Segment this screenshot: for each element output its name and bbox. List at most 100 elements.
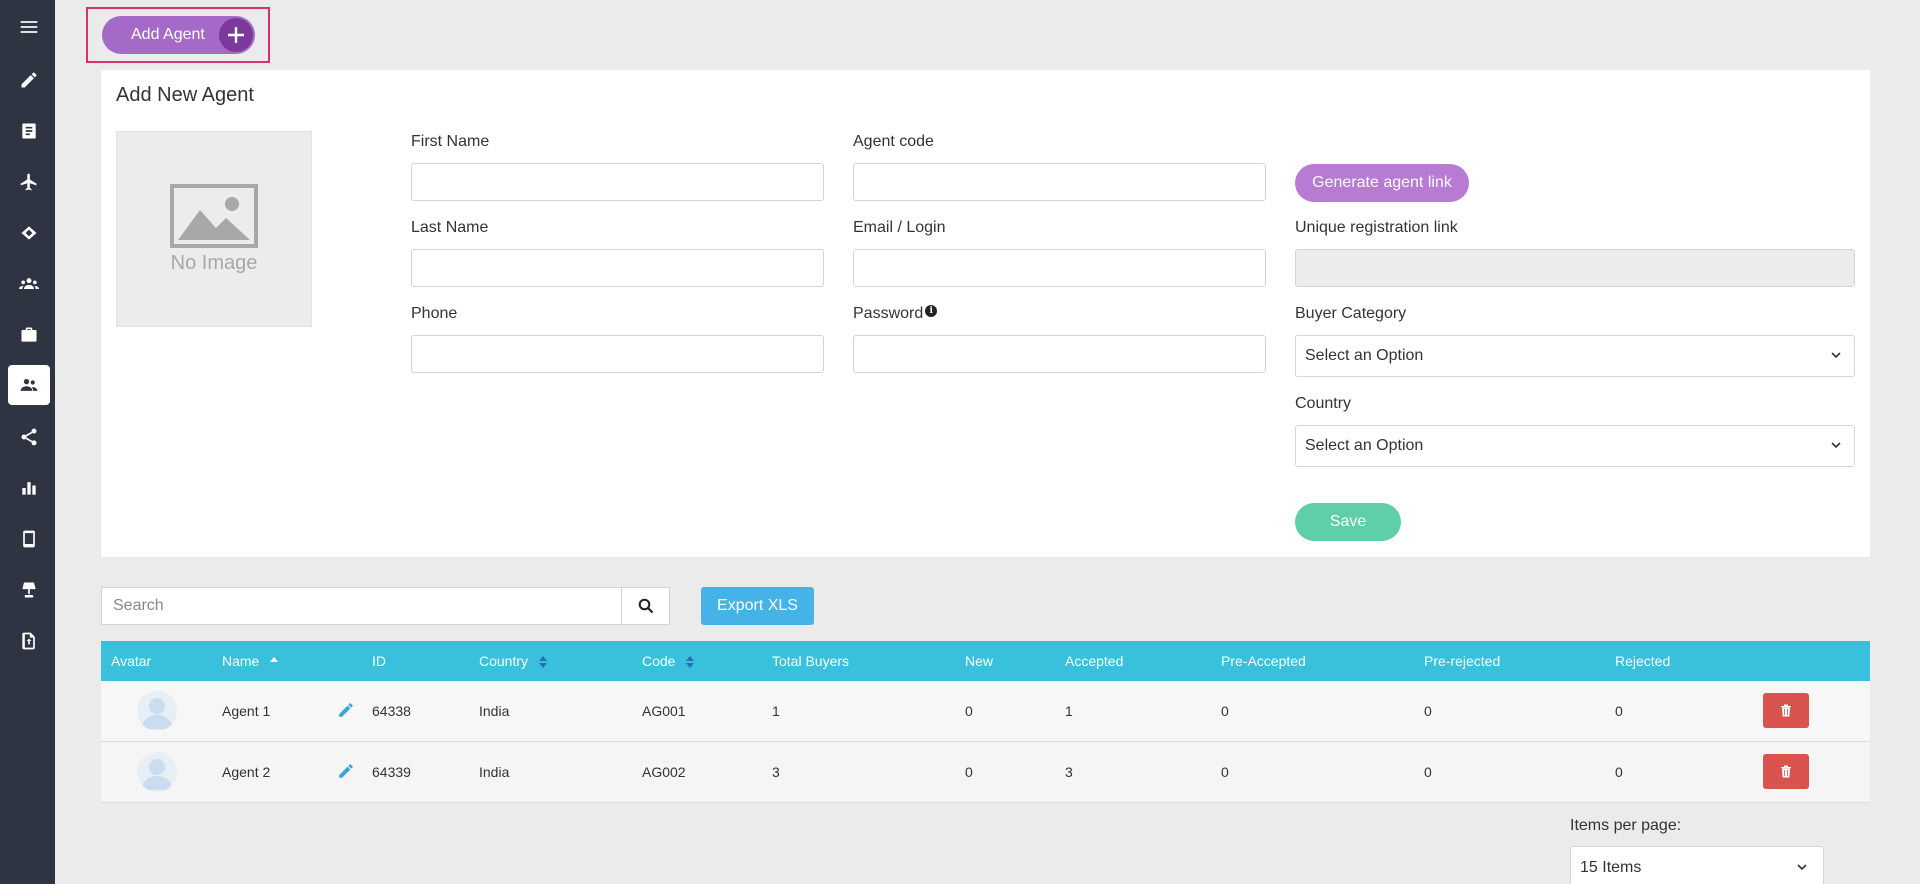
agent-name: Agent 2 [222, 764, 271, 780]
avatar [137, 691, 177, 731]
add-agent-label: Add Agent [131, 26, 205, 43]
agent-code-field[interactable] [853, 163, 1266, 201]
bar-chart-icon[interactable] [8, 468, 50, 508]
save-button[interactable]: Save [1295, 503, 1401, 541]
pencil-icon[interactable] [8, 60, 50, 100]
handshake-icon[interactable] [8, 213, 50, 253]
items-per-page-label: Items per page: [1570, 817, 1682, 834]
password-label: Password [853, 305, 924, 322]
agent-country: India [479, 764, 510, 780]
agents-table: Avatar Name ID Country Code Total Buyers… [101, 641, 1870, 803]
agent-code-label: Agent code [853, 133, 934, 150]
column-header-pre-accepted: Pre-Accepted [1221, 653, 1306, 669]
pre-rejected-count: 0 [1424, 703, 1432, 719]
add-agent-highlight: Add Agent [86, 7, 270, 63]
column-header-code-label: Code [642, 653, 676, 669]
table-header: Avatar Name ID Country Code Total Buyers… [101, 641, 1870, 681]
chevron-down-icon [1797, 864, 1807, 871]
share-icon[interactable] [8, 417, 50, 457]
image-placeholder-icon [170, 183, 258, 248]
total-buyers: 1 [772, 703, 780, 719]
agent-country: India [479, 703, 510, 719]
phone-label: Phone [411, 305, 458, 322]
panel-title: Add New Agent [116, 84, 254, 106]
country-value: Select an Option [1305, 437, 1424, 454]
trash-icon [1781, 765, 1791, 778]
lamp-icon[interactable] [8, 570, 50, 610]
column-header-name[interactable]: Name [222, 641, 279, 681]
password-label-wrap: Password i [853, 305, 938, 323]
column-header-id: ID [372, 653, 386, 669]
table-row: Agent 1 64338 India AG001 1 0 1 0 0 0 [101, 681, 1870, 742]
add-agent-button[interactable]: Add Agent [102, 16, 255, 54]
sort-icon [686, 656, 695, 669]
avatar [137, 752, 177, 792]
agent-id: 64338 [372, 703, 411, 719]
total-buyers: 3 [772, 764, 780, 780]
country-label: Country [1295, 395, 1352, 412]
unique-link-field[interactable] [1295, 249, 1855, 287]
country-select[interactable]: Select an Option [1295, 425, 1855, 467]
first-name-label: First Name [411, 133, 490, 150]
rejected-count: 0 [1615, 764, 1623, 780]
agent-code: AG002 [642, 764, 686, 780]
info-icon[interactable]: i [925, 305, 938, 317]
chevron-down-icon [1831, 442, 1841, 449]
buyer-category-select[interactable]: Select an Option [1295, 335, 1855, 377]
delete-button[interactable] [1763, 693, 1809, 728]
unique-link-label: Unique registration link [1295, 219, 1458, 236]
column-header-new: New [965, 653, 994, 669]
accepted-count: 1 [1065, 703, 1073, 719]
column-header-accepted: Accepted [1065, 653, 1124, 669]
rejected-count: 0 [1615, 703, 1623, 719]
accepted-count: 3 [1065, 764, 1073, 780]
trash-icon [1781, 704, 1791, 717]
export-xls-button[interactable]: Export XLS [701, 587, 814, 625]
generate-agent-link-button[interactable]: Generate agent link [1295, 164, 1469, 202]
column-header-rejected: Rejected [1615, 653, 1671, 669]
table-row: Agent 2 64339 India AG002 3 0 3 0 0 0 [101, 742, 1870, 803]
file-upload-icon[interactable] [8, 621, 50, 661]
mobile-icon[interactable] [8, 519, 50, 559]
no-image-text: No Image [170, 251, 258, 274]
pre-accepted-count: 0 [1221, 703, 1229, 719]
edit-icon[interactable] [337, 701, 355, 719]
column-header-total-buyers: Total Buyers [772, 653, 850, 669]
add-agent-panel: Add New Agent No Image First Name Last N… [101, 70, 1870, 557]
new-count: 0 [965, 703, 973, 719]
search-input[interactable] [101, 587, 622, 625]
last-name-field[interactable] [411, 249, 824, 287]
column-header-pre-rejected: Pre-rejected [1424, 653, 1501, 669]
column-header-code[interactable]: Code [642, 641, 695, 681]
search-icon [638, 598, 653, 614]
last-name-label: Last Name [411, 219, 489, 236]
delete-button[interactable] [1763, 754, 1809, 789]
users-icon[interactable] [8, 264, 50, 304]
sidebar [0, 0, 55, 884]
email-label: Email / Login [853, 219, 946, 236]
first-name-field[interactable] [411, 163, 824, 201]
column-header-name-label: Name [222, 653, 260, 669]
sort-asc-icon [270, 657, 279, 663]
pre-accepted-count: 0 [1221, 764, 1229, 780]
password-field[interactable] [853, 335, 1266, 373]
agent-image-upload[interactable]: No Image [116, 131, 312, 327]
buyer-category-label: Buyer Category [1295, 305, 1407, 322]
search-button[interactable] [621, 587, 670, 625]
menu-icon[interactable] [8, 7, 50, 47]
phone-field[interactable] [411, 335, 824, 373]
edit-icon[interactable] [337, 762, 355, 780]
list-icon[interactable] [8, 111, 50, 151]
briefcase-icon[interactable] [8, 315, 50, 355]
buyer-category-value: Select an Option [1305, 347, 1424, 364]
items-per-page-value: 15 Items [1580, 859, 1642, 876]
agent-name: Agent 1 [222, 703, 271, 719]
plane-icon[interactable] [8, 162, 50, 202]
email-field[interactable] [853, 249, 1266, 287]
chevron-down-icon [1831, 352, 1841, 359]
pre-rejected-count: 0 [1424, 764, 1432, 780]
agents-icon[interactable] [8, 365, 50, 405]
items-per-page-select[interactable]: 15 Items [1570, 846, 1824, 884]
column-header-country[interactable]: Country [479, 641, 548, 681]
column-header-avatar: Avatar [111, 653, 152, 669]
